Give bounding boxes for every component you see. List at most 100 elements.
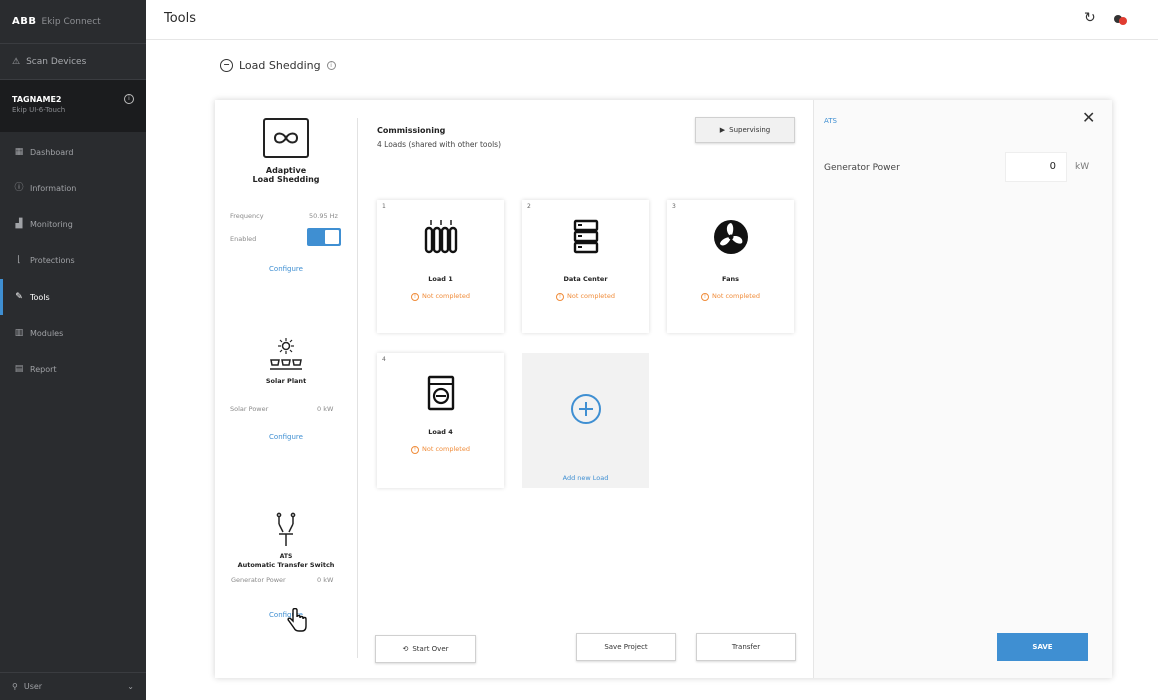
modules-icon: ▥ — [14, 327, 24, 338]
radiator-icon — [424, 220, 458, 254]
device-model: Ekip UI-6-Touch — [12, 106, 66, 114]
user-menu[interactable]: ⚲ User ⌄ — [0, 672, 146, 700]
sidebar-item-label: Report — [30, 364, 57, 374]
commissioning-subtitle: 4 Loads (shared with other tools) — [377, 140, 501, 149]
adaptive-title: Adaptive Load Shedding — [215, 166, 357, 184]
solar-power-label: Solar Power — [230, 405, 269, 413]
chart-icon: ▟ — [15, 218, 23, 229]
load-number: 3 — [672, 203, 676, 210]
load-status: ! Not completed — [377, 292, 504, 301]
sidebar-item-tools[interactable]: ✎ Tools — [0, 279, 146, 315]
add-load-label: Add new Load — [562, 474, 609, 482]
enabled-toggle[interactable] — [307, 228, 341, 246]
ats-panel-title: ATS — [824, 117, 837, 125]
commissioning-title: Commissioning — [377, 126, 446, 135]
device-name: TAGNAME2 — [12, 95, 62, 104]
commissioning-area: Commissioning 4 Loads (shared with other… — [358, 100, 813, 678]
load-name: Load 1 — [428, 275, 453, 283]
load-status-text: Not completed — [567, 292, 615, 300]
ats-short-title: ATS — [279, 553, 293, 560]
scan-devices-label: Scan Devices — [26, 56, 87, 67]
warning-icon: ! — [411, 446, 420, 454]
info-icon: ⓘ — [14, 182, 24, 193]
supervising-button[interactable]: ▶ Supervising — [695, 117, 795, 143]
section-title: Load Shedding — [239, 58, 321, 72]
save-project-button[interactable]: Save Project — [576, 633, 676, 661]
sidebar-item-monitoring[interactable]: ▟ Monitoring — [0, 206, 146, 242]
adaptive-title-line1: Adaptive — [265, 166, 307, 175]
abb-logo: ABB — [12, 16, 37, 27]
solar-configure-link[interactable]: Configure — [215, 433, 357, 441]
app-name: Ekip Connect — [41, 16, 101, 27]
load-card-1[interactable]: 1 Load 1 ! Not completed — [377, 200, 504, 333]
washing-machine-icon — [427, 375, 455, 411]
warning-icon: ! — [411, 293, 420, 301]
save-project-label: Save Project — [604, 643, 648, 651]
adaptive-configure-link[interactable]: Configure — [215, 265, 357, 273]
load-name: Data Center — [563, 275, 608, 283]
sidebar-item-information[interactable]: ⓘ Information — [0, 170, 146, 206]
page-title: Tools — [164, 11, 197, 26]
tools-icon: ✎ — [15, 291, 23, 302]
scan-devices-button[interactable]: ⚠ Scan Devices — [0, 44, 146, 80]
generator-power-unit: kW — [1075, 162, 1090, 172]
fan-icon — [714, 220, 748, 254]
start-over-icon: ⟲ — [402, 645, 409, 653]
user-icon: ⚲ — [12, 682, 18, 691]
load-number: 4 — [382, 356, 386, 363]
load-card-2[interactable]: 2 Data Center ! Not completed — [522, 200, 649, 333]
load-name: Load 4 — [428, 428, 453, 436]
load-status: ! Not completed — [667, 292, 794, 301]
sidebar-item-modules[interactable]: ▥ Modules — [0, 315, 146, 351]
collapse-icon[interactable]: − — [220, 58, 233, 72]
ats-settings-panel: ATS ✕ Generator Power 0 kW SAVE — [813, 100, 1112, 678]
sidebar-item-label: Modules — [30, 328, 64, 338]
scan-icon: ⚠ — [12, 56, 21, 67]
toggle-knob — [325, 230, 339, 244]
sidebar-item-report[interactable]: ▤ Report — [0, 351, 146, 387]
frequency-value: 50.95 Hz — [309, 212, 338, 220]
hand-cursor-icon — [287, 608, 307, 632]
sidebar-item-protections[interactable]: ⌊ Protections — [0, 242, 146, 278]
device-selector[interactable]: TAGNAME2 Ekip UI-6-Touch i — [0, 80, 146, 132]
load-name: Fans — [722, 275, 739, 283]
load-card-4[interactable]: 4 Load 4 ! Not completed — [377, 353, 504, 488]
warning-icon: ! — [556, 293, 565, 301]
load-status: ! Not completed — [522, 292, 649, 301]
solar-plant-icon — [270, 338, 302, 370]
alarm-icon[interactable] — [1112, 11, 1128, 27]
protection-icon: ⌊ — [17, 254, 21, 265]
ats-switch-icon — [276, 512, 296, 546]
ats-generator-label: Generator Power — [231, 576, 286, 584]
load-status: ! Not completed — [377, 445, 504, 454]
ats-generator-value: 0 kW — [317, 576, 334, 584]
solar-power-value: 0 kW — [317, 405, 334, 413]
load-status-text: Not completed — [712, 292, 760, 300]
load-number: 1 — [382, 203, 386, 210]
load-card-3[interactable]: 3 Fans ! Not completed — [667, 200, 794, 333]
save-button[interactable]: SAVE — [997, 633, 1088, 661]
close-icon[interactable]: ✕ — [1082, 108, 1095, 127]
generator-power-label: Generator Power — [824, 163, 900, 173]
user-label: User — [23, 682, 43, 691]
refresh-icon[interactable]: ↻ — [1084, 10, 1096, 26]
enabled-label: Enabled — [230, 235, 257, 243]
load-shedding-header[interactable]: − Load Shedding i — [220, 55, 336, 75]
solar-plant-title: Solar Plant — [265, 377, 307, 385]
transfer-label: Transfer — [731, 643, 761, 651]
ats-configure-link[interactable]: Configure — [215, 611, 357, 619]
info-icon[interactable]: i — [326, 60, 336, 70]
brand: ABB Ekip Connect — [0, 0, 146, 44]
device-info-icon[interactable]: i — [124, 94, 134, 104]
sidebar-item-label: Dashboard — [30, 147, 74, 157]
adaptive-load-shedding-icon — [263, 118, 309, 158]
load-shedding-panel: Adaptive Load Shedding Frequency 50.95 H… — [215, 100, 1112, 678]
generator-power-input[interactable]: 0 — [1005, 152, 1067, 182]
load-status-text: Not completed — [422, 445, 470, 453]
sidebar-item-dashboard[interactable]: ▦ Dashboard — [0, 134, 146, 170]
sidebar-item-label: Monitoring — [30, 219, 73, 229]
report-icon: ▤ — [14, 363, 24, 374]
add-load-card[interactable]: Add new Load — [522, 353, 649, 488]
transfer-button[interactable]: Transfer — [696, 633, 796, 661]
start-over-button[interactable]: ⟲ Start Over — [375, 635, 476, 663]
